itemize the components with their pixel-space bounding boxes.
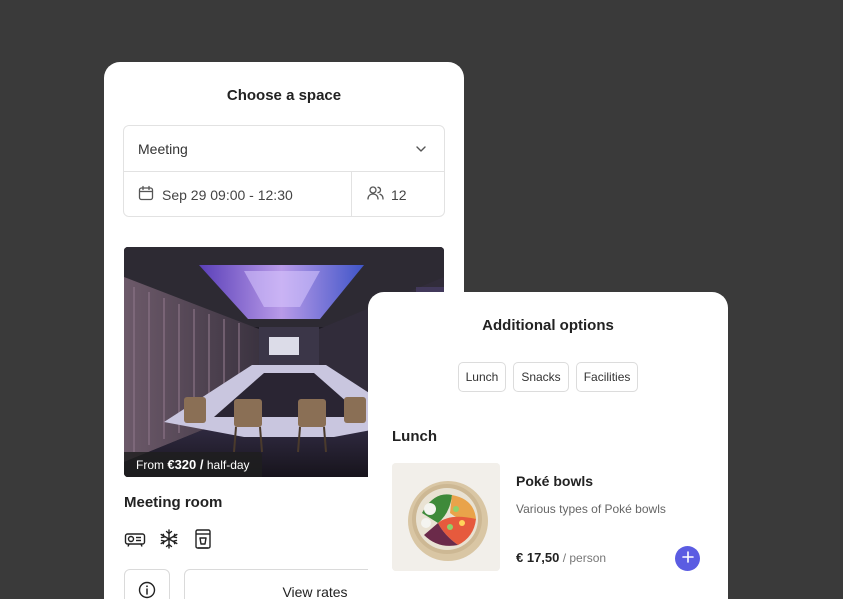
price-value: €320 /: [167, 457, 204, 472]
amenities-list: [124, 528, 214, 550]
space-type-select[interactable]: Meeting: [124, 126, 444, 172]
price-tag: From €320 / half-day: [124, 452, 262, 477]
item-price-unit: / person: [562, 551, 607, 565]
projector-icon: [124, 528, 146, 550]
people-icon: [367, 185, 391, 204]
item-price-value: € 17,50: [516, 550, 560, 565]
price-prefix: From: [136, 458, 164, 472]
snowflake-icon: [158, 528, 180, 550]
space-type-value: Meeting: [138, 140, 188, 157]
date-time-field[interactable]: Sep 29 09:00 - 12:30: [124, 172, 352, 217]
plus-icon: [681, 550, 694, 568]
chip-snacks[interactable]: Snacks: [513, 362, 569, 392]
chevron-down-icon: [414, 142, 428, 156]
guests-value: 12: [391, 186, 407, 203]
card-title: Additional options: [482, 317, 614, 334]
card-title: Choose a space: [226, 87, 342, 104]
poke-bowl-photo: [392, 463, 500, 571]
price-suffix: half-day: [206, 458, 250, 472]
booking-form: Meeting Sep 29 09:00 - 12:30 12: [123, 125, 445, 217]
item-price: € 17,50 / person: [516, 550, 606, 565]
item-description: Various types of Poké bowls: [516, 502, 666, 516]
chip-facilities[interactable]: Facilities: [575, 362, 639, 392]
item-name: Poké bowls: [516, 473, 594, 489]
room-name: Meeting room: [124, 494, 223, 511]
add-item-button[interactable]: [675, 546, 700, 571]
info-icon: [138, 581, 156, 599]
calendar-icon: [138, 185, 162, 204]
additional-options-card: Additional options Lunch Snacks Faciliti…: [368, 292, 728, 599]
chip-lunch[interactable]: Lunch: [457, 362, 507, 392]
section-heading: Lunch: [392, 428, 437, 445]
info-button[interactable]: [124, 569, 170, 599]
coffee-machine-icon: [192, 528, 214, 550]
date-time-value: Sep 29 09:00 - 12:30: [162, 186, 293, 203]
guests-field[interactable]: 12: [352, 172, 444, 217]
options-filter-chips: Lunch Snacks Facilities: [368, 362, 728, 392]
